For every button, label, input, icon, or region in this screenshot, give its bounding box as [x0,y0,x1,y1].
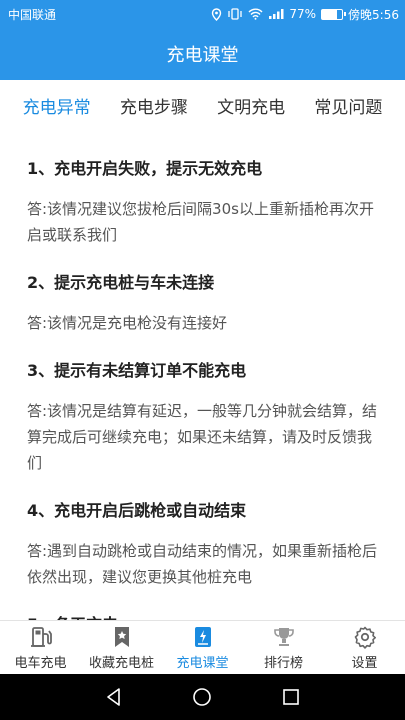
tab-charging-exception[interactable]: 充电异常 [23,93,91,122]
question: 4、充电开启后跳枪或自动结束 [27,501,247,520]
nav-charging-class[interactable]: 充电课堂 [162,621,243,674]
qa-item: 2、提示充电桩与车未连接 答:该情况是充电枪没有连接好 [27,270,378,336]
nav-label: 电车充电 [14,655,67,671]
question: 1、充电开启失败，提示无效充电 [27,159,263,178]
answer: 答:该情况是结算有延迟，一般等几分钟就会结算，结算完成后可继续充电；如果还未结算… [27,402,378,472]
bottom-nav: 电车充电 收藏充电桩 充电课堂 排行榜 设置 [0,620,405,674]
nav-label: 排行榜 [263,655,303,671]
nav-ev-charging[interactable]: 电车充电 [0,621,81,674]
lightning-book-icon [194,626,211,647]
back-icon[interactable] [103,686,125,708]
tab-bar: 充电异常 充电步骤 文明充电 常见问题 [0,80,405,134]
status-icons: 77% 傍晚5:56 [211,6,399,23]
wifi-icon [248,8,263,20]
nav-favorite-chargers[interactable]: 收藏充电桩 [81,621,162,674]
nav-label: 充电课堂 [176,655,229,671]
question: 3、提示有未结算订单不能充电 [27,361,247,380]
gear-icon [354,626,376,649]
recents-icon[interactable] [280,686,302,708]
nav-label: 设置 [351,655,378,671]
battery-icon [321,8,347,20]
home-icon[interactable] [191,686,213,708]
battery-percent: 77% [289,7,317,21]
qa-list[interactable]: 1、充电开启失败，提示无效充电 答:该情况建议您拔枪后间隔30s以上重新插枪再次… [0,134,405,620]
qa-item: 5、冬天充电 [27,612,378,620]
tab-faq[interactable]: 常见问题 [314,93,382,122]
location-icon [212,7,222,21]
qa-item: 3、提示有未结算订单不能充电 答:该情况是结算有延迟，一般等几分钟就会结算，结算… [27,358,378,476]
signal-icon [269,9,284,19]
status-bar: 中国联通 77% 傍晚5:56 [0,0,405,28]
clock: 傍晚5:56 [348,7,399,22]
question: 5、冬天充电 [27,612,378,620]
carrier-label: 中国联通 [8,7,57,22]
page-title: 充电课堂 [166,45,239,66]
nav-label: 收藏充电桩 [88,655,154,671]
answer: 答:遇到自动跳枪或自动结束的情况，如果重新插枪后依然出现，建议您更换其他桩充电 [27,542,378,586]
trophy-icon [273,627,294,646]
bookmark-star-icon [114,626,129,647]
qa-item: 1、充电开启失败，提示无效充电 答:该情况建议您拔枪后间隔30s以上重新插枪再次… [27,156,378,248]
nav-leaderboard[interactable]: 排行榜 [243,621,324,674]
vibrate-icon [228,8,243,20]
nav-settings[interactable]: 设置 [324,621,405,674]
answer: 答:该情况是充电枪没有连接好 [27,314,228,332]
qa-item: 4、充电开启后跳枪或自动结束 答:遇到自动跳枪或自动结束的情况，如果重新插枪后依… [27,498,378,590]
answer: 答:该情况建议您拔枪后间隔30s以上重新插枪再次开启或联系我们 [27,200,374,244]
system-nav-bar [0,674,405,720]
header: 充电课堂 [0,28,405,80]
question: 2、提示充电桩与车未连接 [27,273,215,292]
tab-charging-steps[interactable]: 充电步骤 [120,93,188,122]
tab-civilized-charging[interactable]: 文明充电 [217,93,285,122]
charger-icon [30,626,52,647]
